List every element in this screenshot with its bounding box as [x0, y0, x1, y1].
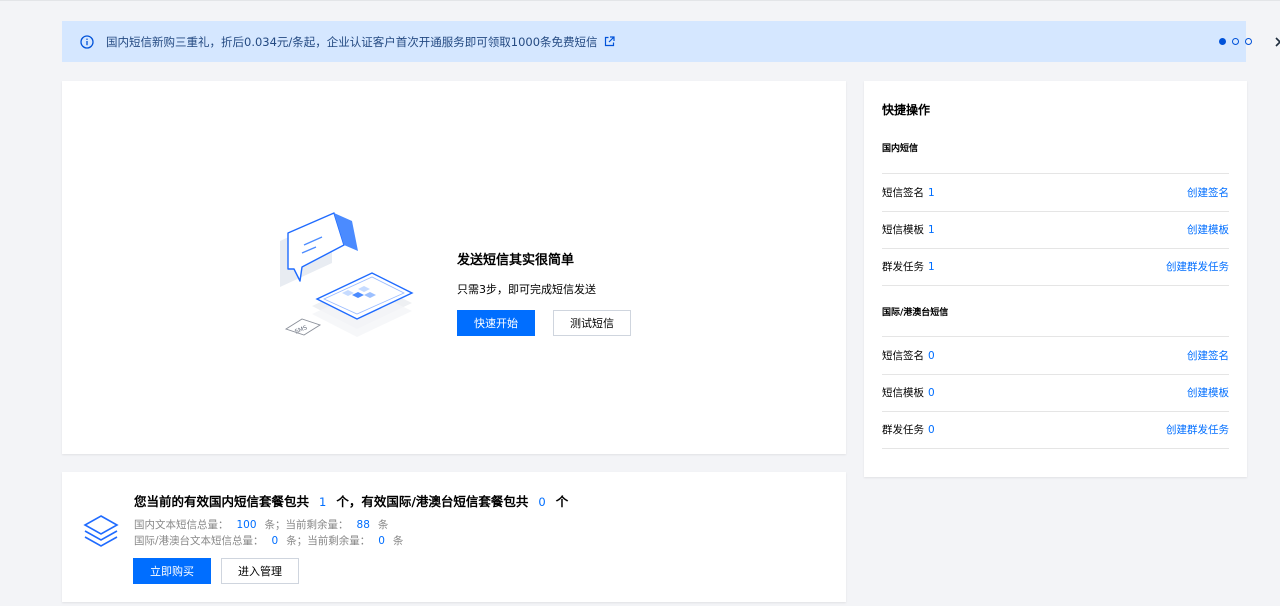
carousel-dot-3[interactable] [1245, 38, 1252, 45]
domestic-remaining-value: 88 [356, 519, 370, 531]
domestic-row-task: 群发任务 1 创建群发任务 [882, 248, 1229, 286]
intl-package-count: 0 [538, 495, 546, 509]
external-link-icon[interactable] [604, 36, 615, 47]
row-count[interactable]: 0 [928, 350, 935, 362]
package-card: 您当前的有效国内短信套餐包共 1 个，有效国际/港澳台短信套餐包共 0 个 国内… [62, 472, 846, 602]
domestic-unit2: 条 [377, 519, 389, 531]
domestic-total-label: 国内文本短信总量： [134, 519, 229, 531]
quick-actions-title: 快捷操作 [882, 103, 931, 117]
domestic-package-count: 1 [319, 495, 327, 509]
intl-unit2: 条 [392, 535, 404, 547]
row-count[interactable]: 0 [928, 424, 935, 436]
domestic-unit1: 条；当前剩余量： [264, 519, 349, 531]
intl-total-label: 国际/港澳台文本短信总量： [134, 535, 264, 547]
info-circle-icon [80, 34, 94, 49]
row-label: 群发任务 [882, 424, 924, 437]
row-label: 短信签名 [882, 186, 924, 199]
intl-rows: 短信签名 0 创建签名 短信模板 0 创建模板 群发任务 0 创建群发任务 [882, 336, 1229, 449]
layers-icon [82, 512, 120, 552]
domestic-quota-line: 国内文本短信总量： 100 条；当前剩余量： 88 条 [134, 517, 388, 532]
quick-actions-panel: 快捷操作 国内短信 短信签名 1 创建签名 短信模板 1 创建模板 群发任务 1 创建… [864, 81, 1247, 477]
intro-subtitle: 只需3步，即可完成短信发送 [457, 283, 596, 296]
row-count[interactable]: 1 [928, 261, 935, 273]
test-sms-button[interactable]: 测试短信 [553, 310, 631, 336]
close-icon[interactable] [1273, 35, 1280, 49]
row-count[interactable]: 1 [928, 187, 935, 199]
buy-now-button[interactable]: 立即购买 [133, 558, 211, 584]
row-count[interactable]: 0 [928, 387, 935, 399]
notice-banner: 国内短信新购三重礼，折后0.034元/条起，企业认证客户首次开通服务即可领取10… [62, 21, 1280, 62]
intl-row-task: 群发任务 0 创建群发任务 [882, 411, 1229, 449]
intro-text: 发送短信其实很简单 只需3步，即可完成短信发送 快速开始 测试短信 [457, 249, 631, 336]
domestic-total-value: 100 [236, 519, 257, 531]
create-signature-link[interactable]: 创建签名 [1187, 348, 1229, 363]
intl-row-template: 短信模板 0 创建模板 [882, 373, 1229, 412]
domestic-row-template: 短信模板 1 创建模板 [882, 210, 1229, 249]
package-title-middle: 个，有效国际/港澳台短信套餐包共 [336, 494, 529, 509]
create-bulk-task-link[interactable]: 创建群发任务 [1166, 422, 1229, 437]
manage-button[interactable]: 进入管理 [221, 558, 299, 584]
domestic-section-title: 国内短信 [882, 144, 919, 154]
package-summary: 您当前的有效国内短信套餐包共 1 个，有效国际/港澳台短信套餐包共 0 个 [134, 491, 568, 510]
carousel-dot-2[interactable] [1232, 38, 1239, 45]
intl-unit1: 条；当前剩余量： [286, 535, 371, 547]
intl-section-title: 国际/港澳台短信 [882, 308, 949, 318]
intl-remaining-value: 0 [378, 535, 385, 547]
intro-title: 发送短信其实很简单 [457, 253, 575, 268]
row-label: 短信签名 [882, 349, 924, 362]
create-bulk-task-link[interactable]: 创建群发任务 [1166, 259, 1229, 274]
create-template-link[interactable]: 创建模板 [1187, 222, 1229, 237]
create-signature-link[interactable]: 创建签名 [1187, 185, 1229, 200]
quick-start-button[interactable]: 快速开始 [457, 310, 535, 336]
domestic-row-signature: 短信签名 1 创建签名 [882, 173, 1229, 211]
intl-row-signature: 短信签名 0 创建签名 [882, 336, 1229, 374]
row-label: 短信模板 [882, 224, 924, 237]
package-title-prefix: 您当前的有效国内短信套餐包共 [134, 494, 310, 509]
package-title-suffix: 个 [555, 494, 569, 509]
intro-card: SMS 发送短信其实很简单 只需3步，即可完成短信发送 快速开始 测试短信 [62, 81, 846, 454]
create-template-link[interactable]: 创建模板 [1187, 385, 1229, 400]
banner-carousel-dots [1219, 38, 1252, 45]
carousel-dot-1[interactable] [1219, 38, 1226, 45]
intl-quota-line: 国际/港澳台文本短信总量： 0 条；当前剩余量： 0 条 [134, 533, 403, 548]
intl-total-value: 0 [271, 535, 279, 547]
banner-message[interactable]: 国内短信新购三重礼，折后0.034元/条起，企业认证客户首次开通服务即可领取10… [106, 34, 598, 50]
row-label: 短信模板 [882, 387, 924, 400]
domestic-rows: 短信签名 1 创建签名 短信模板 1 创建模板 群发任务 1 创建群发任务 [882, 173, 1229, 286]
sms-illustration: SMS [272, 211, 422, 361]
row-count[interactable]: 1 [928, 224, 935, 236]
row-label: 群发任务 [882, 261, 924, 274]
